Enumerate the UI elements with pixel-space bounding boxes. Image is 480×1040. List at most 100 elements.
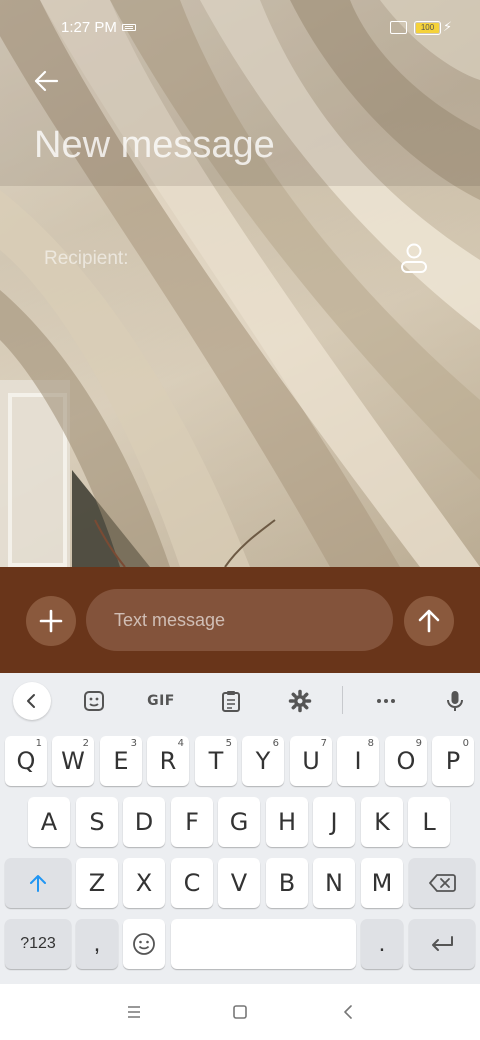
gif-button[interactable]: GIF (143, 683, 179, 719)
compose-bar (0, 567, 480, 673)
key-hint: 6 (272, 738, 279, 749)
contact-picker-button[interactable] (398, 242, 430, 276)
home-button[interactable] (226, 998, 254, 1026)
person-icon (401, 243, 427, 273)
menu-icon (128, 1006, 140, 1018)
status-time: 1:27 PM (61, 19, 117, 36)
sticker-icon (84, 691, 104, 711)
key-v[interactable]: V (218, 858, 260, 908)
message-input[interactable] (114, 605, 374, 635)
key-hint: 0 (462, 738, 469, 749)
keyboard-toolbar: GIF (0, 673, 480, 727)
clipboard-icon (222, 691, 240, 712)
key-g[interactable]: G (218, 797, 260, 847)
key-j[interactable]: J (313, 797, 355, 847)
backspace-icon (429, 874, 456, 892)
key-hint: 4 (177, 738, 184, 749)
key-label: U (302, 747, 320, 775)
key-f[interactable]: F (171, 797, 213, 847)
key-l[interactable]: L (408, 797, 450, 847)
recent-apps-button[interactable] (120, 998, 148, 1026)
gif-icon: GIF (147, 693, 175, 709)
status-bar: 1:27 PM 100 ⚡︎ (0, 0, 480, 56)
recipient-input[interactable] (44, 244, 374, 274)
key-label: E (113, 747, 129, 775)
key-e[interactable]: E3 (100, 736, 142, 786)
key-d[interactable]: D (123, 797, 165, 847)
key-w[interactable]: W2 (52, 736, 94, 786)
nav-back-button[interactable] (334, 998, 362, 1026)
key-label: T (208, 747, 224, 775)
arrow-up-icon (418, 609, 440, 633)
toolbar-divider (342, 686, 343, 714)
plus-icon (39, 609, 63, 633)
battery-icon: 100 (414, 21, 441, 35)
charging-icon: ⚡︎ (443, 19, 453, 34)
space-key[interactable] (171, 919, 356, 969)
key-label: O (396, 747, 416, 775)
key-h[interactable]: H (266, 797, 308, 847)
key-m[interactable]: M (361, 858, 403, 908)
key-b[interactable]: B (266, 858, 308, 908)
attach-button[interactable] (26, 596, 76, 646)
key-z[interactable]: Z (76, 858, 118, 908)
key-i[interactable]: I8 (337, 736, 379, 786)
key-hint: 9 (415, 738, 422, 749)
battery-level: 100 (416, 23, 439, 33)
back-button[interactable] (30, 65, 62, 97)
key-hint: 1 (35, 738, 42, 749)
key-r[interactable]: R4 (147, 736, 189, 786)
key-hint: 3 (130, 738, 137, 749)
key-t[interactable]: T5 (195, 736, 237, 786)
backspace-key[interactable] (409, 858, 475, 908)
key-label: I (354, 747, 362, 775)
key-label: W (61, 747, 85, 775)
shift-key[interactable] (5, 858, 71, 908)
sticker-button[interactable] (76, 683, 112, 719)
key-n[interactable]: N (313, 858, 355, 908)
page-title: New message (34, 124, 275, 166)
key-c[interactable]: C (171, 858, 213, 908)
more-icon (377, 699, 395, 703)
key-label: Y (255, 747, 271, 775)
send-button[interactable] (404, 596, 454, 646)
key-u[interactable]: U7 (290, 736, 332, 786)
voice-input-button[interactable] (437, 683, 473, 719)
mic-icon (447, 691, 463, 711)
key-hint: 5 (225, 738, 232, 749)
emoji-key[interactable] (123, 919, 165, 969)
key-hint: 8 (367, 738, 374, 749)
enter-key[interactable] (409, 919, 475, 969)
period-key[interactable]: . (361, 919, 403, 969)
comma-key[interactable]: , (76, 919, 118, 969)
symbols-key[interactable]: ?123 (5, 919, 71, 969)
key-o[interactable]: O9 (385, 736, 427, 786)
clipboard-button[interactable] (213, 683, 249, 719)
key-p[interactable]: P0 (432, 736, 474, 786)
home-square-icon (233, 1005, 247, 1019)
key-x[interactable]: X (123, 858, 165, 908)
message-field (86, 589, 393, 651)
arrow-left-icon (34, 70, 59, 92)
key-y[interactable]: Y6 (242, 736, 284, 786)
recipient-row (0, 186, 480, 326)
keyboard: G I F Q 1 W 2 E 3 R 4 T 5 Y 6 U 7 I 8 O 9 … (0, 673, 480, 984)
navigation-bar (0, 984, 480, 1040)
key-label: R (159, 747, 177, 775)
key-hint: 2 (82, 738, 89, 749)
key-a[interactable]: A (28, 797, 70, 847)
settings-button[interactable] (282, 683, 318, 719)
enter-icon (432, 936, 453, 951)
gear-icon (288, 689, 312, 713)
collapse-toolbar-button[interactable] (13, 682, 51, 720)
chevron-left-icon (27, 694, 35, 708)
more-button[interactable] (368, 683, 404, 719)
key-k[interactable]: K (361, 797, 403, 847)
key-q[interactable]: Q1 (5, 736, 47, 786)
sim-icon (390, 21, 407, 34)
key-s[interactable]: S (76, 797, 118, 847)
shift-arrow-icon (30, 875, 46, 892)
back-chevron-icon (344, 1005, 352, 1019)
key-hint: 7 (320, 738, 327, 749)
key-label: Q (16, 747, 36, 775)
